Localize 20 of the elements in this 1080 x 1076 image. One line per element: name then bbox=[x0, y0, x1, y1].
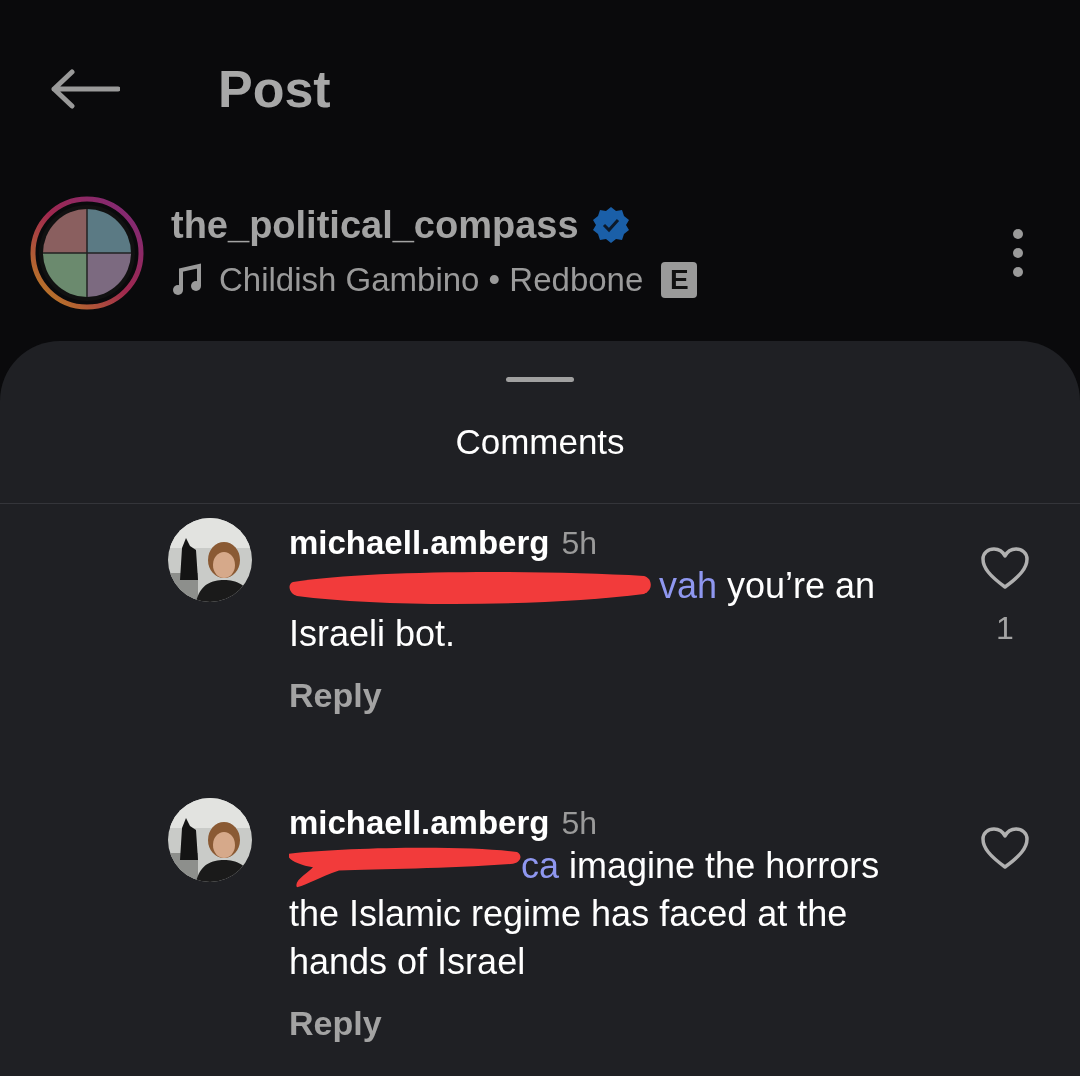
like-count: 1 bbox=[996, 609, 1014, 648]
comment-text: ca imagine the horrors the Islamic regime has faced at the hands of Israel bbox=[289, 845, 880, 982]
comment-time: 5h bbox=[561, 804, 598, 843]
back-icon[interactable] bbox=[50, 69, 120, 109]
reply-link[interactable]: Reply bbox=[289, 676, 382, 714]
explicit-badge: E bbox=[661, 261, 698, 298]
comment-username[interactable]: michaell.amberg bbox=[289, 518, 550, 568]
like-heart-icon[interactable] bbox=[980, 826, 1030, 870]
song-title[interactable]: Childish Gambino • Redbone bbox=[219, 255, 644, 305]
sheet-title: Comments bbox=[455, 421, 625, 464]
more-options-icon[interactable] bbox=[1012, 228, 1024, 278]
drag-handle[interactable] bbox=[506, 377, 574, 382]
page-title: Post bbox=[218, 59, 331, 120]
comment-text: vah you’re an Israeli bot. bbox=[289, 565, 876, 654]
username[interactable]: the_political_compass bbox=[171, 201, 579, 249]
comment-time: 5h bbox=[561, 524, 598, 563]
comment-username[interactable]: michaell.amberg bbox=[289, 798, 550, 848]
avatar-icon[interactable] bbox=[30, 196, 144, 310]
like-heart-icon[interactable] bbox=[980, 546, 1030, 590]
reply-link[interactable]: Reply bbox=[289, 1004, 382, 1042]
